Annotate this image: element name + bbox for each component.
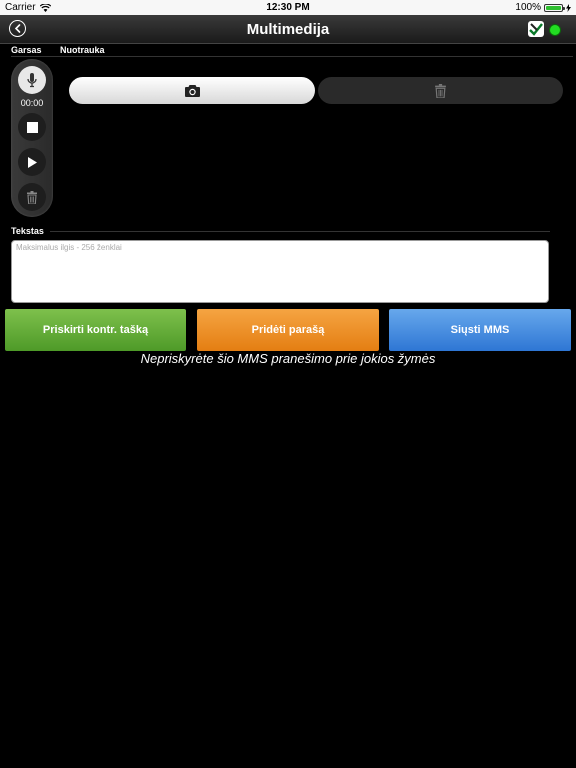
stop-button[interactable] (18, 113, 46, 141)
audio-timer: 00:00 (20, 98, 44, 108)
photo-section-label: Nuotrauka (60, 45, 105, 55)
sync-icon[interactable] (528, 21, 544, 37)
battery-group: 100% (515, 2, 571, 13)
battery-percent: 100% (515, 2, 541, 13)
section-divider (11, 56, 573, 57)
stop-icon (26, 121, 38, 133)
clock: 12:30 PM (266, 2, 310, 13)
microphone-icon (27, 72, 37, 87)
delete-audio-button[interactable] (18, 183, 46, 211)
assign-checkpoint-button[interactable]: Priskirti kontr. tašką (5, 309, 186, 351)
battery-icon (544, 3, 565, 12)
add-signature-button[interactable]: Pridėti parašą (197, 309, 379, 351)
page-title: Multimedija (246, 21, 330, 38)
camera-icon (184, 84, 200, 97)
record-button[interactable] (18, 66, 46, 94)
message-text-field[interactable] (11, 240, 549, 303)
navigation-bar: Multimedija (0, 15, 576, 44)
audio-section-label: Garsas (11, 45, 42, 55)
send-mms-button[interactable]: Siųsti MMS (389, 309, 571, 351)
text-section-label: Tekstas (11, 226, 44, 236)
charging-icon (566, 3, 571, 12)
audio-controls: 00:00 (11, 59, 53, 217)
status-dot-icon (549, 24, 561, 36)
play-button[interactable] (18, 148, 46, 176)
status-bar: Carrier 12:30 PM 100% (0, 0, 576, 15)
trash-icon (435, 83, 446, 98)
text-section-divider (50, 231, 550, 232)
play-icon (28, 156, 37, 168)
status-message: Nepriskyrėte šio MMS pranešimo prie joki… (140, 351, 436, 366)
delete-photo-button[interactable] (318, 77, 563, 104)
take-photo-button[interactable] (69, 77, 315, 104)
trash-icon (27, 190, 37, 204)
